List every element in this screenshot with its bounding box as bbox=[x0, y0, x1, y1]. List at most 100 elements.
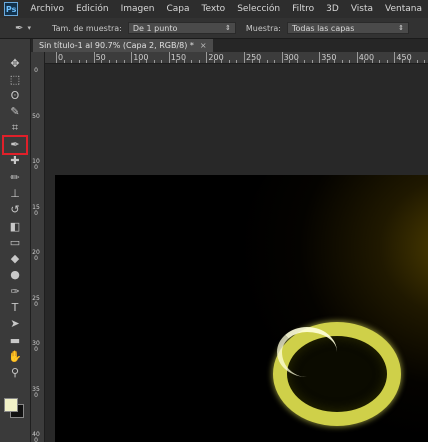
pen-tool-icon[interactable]: ✑ bbox=[4, 283, 26, 299]
ruler-label: 200 bbox=[208, 53, 224, 62]
crop-tool-icon[interactable]: ⌗ bbox=[4, 120, 26, 136]
document-tab-bar: Sin título-1 al 90.7% (Capa 2, RGB/8) * … bbox=[31, 39, 428, 52]
ruler-minor-tick bbox=[266, 60, 268, 63]
gradient-tool-icon[interactable]: ▭ bbox=[4, 234, 26, 250]
move-tool-icon[interactable]: ✥ bbox=[4, 55, 26, 71]
menu-texto[interactable]: Texto bbox=[201, 4, 225, 14]
sample-label: Muestra: bbox=[245, 23, 281, 33]
dodge-tool-icon[interactable]: ● bbox=[4, 267, 26, 283]
eyedropper-icon: ✒ bbox=[15, 22, 24, 34]
ruler-label: 400 bbox=[32, 431, 40, 442]
ruler-tick bbox=[131, 52, 133, 63]
horizontal-ruler[interactable]: 0 50 100 150 200 250 300 350 400 450 bbox=[44, 52, 428, 64]
ruler-label: 300 bbox=[283, 53, 299, 62]
pasteboard[interactable] bbox=[45, 64, 428, 442]
ruler-label: 200 bbox=[32, 249, 40, 262]
photoshop-logo-icon: Ps bbox=[4, 2, 19, 16]
ruler-minor-tick bbox=[274, 60, 276, 63]
document-canvas[interactable] bbox=[55, 175, 428, 442]
ruler-minor-tick bbox=[198, 60, 200, 63]
clone-stamp-tool-icon[interactable]: ⊥ bbox=[4, 185, 26, 201]
menu-archivo[interactable]: Archivo bbox=[30, 4, 64, 14]
ruler-label: 300 bbox=[32, 340, 40, 353]
ruler-tick bbox=[244, 52, 245, 63]
ruler-tick bbox=[356, 52, 358, 63]
eyedropper-tool-icon[interactable]: ✒ bbox=[2, 134, 28, 155]
ruler-minor-tick bbox=[228, 60, 230, 63]
menu-capa[interactable]: Capa bbox=[166, 4, 189, 14]
blur-tool-icon[interactable]: ◆ bbox=[4, 251, 26, 267]
ruler-label: 150 bbox=[32, 203, 40, 217]
ruler-label: 0 bbox=[34, 67, 38, 74]
ruler-label: 100 bbox=[133, 53, 149, 62]
ruler-minor-tick bbox=[63, 60, 65, 63]
menu-seleccion[interactable]: Selección bbox=[237, 4, 280, 14]
ruler-minor-tick bbox=[191, 60, 193, 63]
ruler-minor-tick bbox=[424, 60, 426, 63]
ruler-minor-tick bbox=[341, 60, 343, 63]
ruler-minor-tick bbox=[304, 60, 306, 63]
eraser-tool-icon[interactable]: ◧ bbox=[4, 218, 26, 234]
menu-bar: Ps Archivo Edición Imagen Capa Texto Sel… bbox=[0, 0, 428, 18]
stepper-arrows-icon: ⇕ bbox=[225, 24, 231, 32]
lasso-tool-icon[interactable]: ʘ bbox=[4, 88, 26, 104]
ruler-tick bbox=[319, 52, 321, 63]
ruler-label: 350 bbox=[321, 53, 337, 62]
type-tool-icon[interactable]: T bbox=[4, 300, 26, 316]
ruler-label: 250 bbox=[246, 53, 262, 62]
rectangle-tool-icon[interactable]: ▬ bbox=[4, 332, 26, 348]
ruler-tick bbox=[56, 52, 57, 63]
ruler-minor-tick bbox=[236, 60, 238, 63]
menu-filtro[interactable]: Filtro bbox=[292, 4, 314, 14]
history-brush-tool-icon[interactable]: ↺ bbox=[4, 202, 26, 218]
hand-tool-icon[interactable]: ✋ bbox=[4, 348, 26, 364]
brush-tool-icon[interactable]: ✏ bbox=[4, 169, 26, 185]
menu-3d[interactable]: 3D bbox=[326, 4, 339, 14]
sample-size-value: De 1 punto bbox=[132, 23, 178, 33]
zoom-tool-icon[interactable]: ⚲ bbox=[4, 365, 26, 381]
menu-edicion[interactable]: Edición bbox=[76, 4, 109, 14]
ruler-label: 0 bbox=[58, 53, 64, 62]
document-tab[interactable]: Sin título-1 al 90.7% (Capa 2, RGB/8) * … bbox=[33, 39, 213, 52]
marquee-tool-icon[interactable]: ⬚ bbox=[4, 71, 26, 87]
ruler-label: 450 bbox=[396, 53, 412, 62]
tools-panel: ✥ ⬚ ʘ ✎ ⌗ ✒ ✚ ✏ ⊥ ↺ ◧ ▭ ◆ ● ✑ T ➤ ▬ ✋ ⚲ bbox=[0, 39, 31, 442]
ruler-minor-tick bbox=[78, 60, 80, 63]
menu-ventana[interactable]: Ventana bbox=[385, 4, 422, 14]
ruler-minor-tick bbox=[349, 60, 351, 63]
path-selection-tool-icon[interactable]: ➤ bbox=[4, 316, 26, 332]
ruler-minor-tick bbox=[123, 60, 125, 63]
ruler-minor-tick bbox=[379, 60, 381, 63]
ruler-minor-tick bbox=[386, 60, 388, 63]
ruler-minor-tick bbox=[153, 60, 155, 63]
ruler-label: 150 bbox=[170, 53, 187, 62]
ruler-minor-tick bbox=[108, 60, 110, 63]
sample-value: Todas las capas bbox=[291, 23, 355, 33]
quick-selection-tool-icon[interactable]: ✎ bbox=[4, 104, 26, 120]
ruler-label: 100 bbox=[32, 158, 40, 171]
menu-vista[interactable]: Vista bbox=[351, 4, 373, 14]
ruler-tick bbox=[281, 52, 283, 63]
tool-preset-picker[interactable]: ✒ ▾ bbox=[10, 21, 36, 35]
ruler-tick bbox=[93, 52, 95, 63]
ruler-label: 350 bbox=[32, 385, 40, 399]
chevron-down-icon: ▾ bbox=[27, 24, 31, 32]
sample-size-select[interactable]: De 1 punto ⇕ bbox=[127, 22, 236, 34]
menu-imagen[interactable]: Imagen bbox=[121, 4, 155, 14]
ruler-minor-tick bbox=[161, 60, 163, 63]
vertical-ruler[interactable]: 0 50 100 150 200 250 300 350 400 bbox=[31, 52, 45, 442]
ruler-minor-tick bbox=[116, 60, 118, 63]
close-icon[interactable]: × bbox=[200, 41, 207, 50]
ruler-label: 50 bbox=[32, 112, 40, 120]
ruler-tick bbox=[168, 52, 170, 63]
ruler-minor-tick bbox=[416, 60, 418, 63]
spot-healing-tool-icon[interactable]: ✚ bbox=[4, 153, 26, 169]
ruler-minor-tick bbox=[71, 60, 73, 63]
foreground-color-swatch[interactable] bbox=[4, 398, 18, 412]
sample-select[interactable]: Todas las capas ⇕ bbox=[286, 22, 409, 34]
options-bar: ✒ ▾ Tam. de muestra: De 1 punto ⇕ Muestr… bbox=[0, 18, 428, 39]
ruler-tick bbox=[394, 52, 396, 63]
ruler-minor-tick bbox=[86, 60, 88, 63]
ruler-minor-tick bbox=[311, 60, 313, 63]
ruler-tick bbox=[206, 52, 208, 63]
